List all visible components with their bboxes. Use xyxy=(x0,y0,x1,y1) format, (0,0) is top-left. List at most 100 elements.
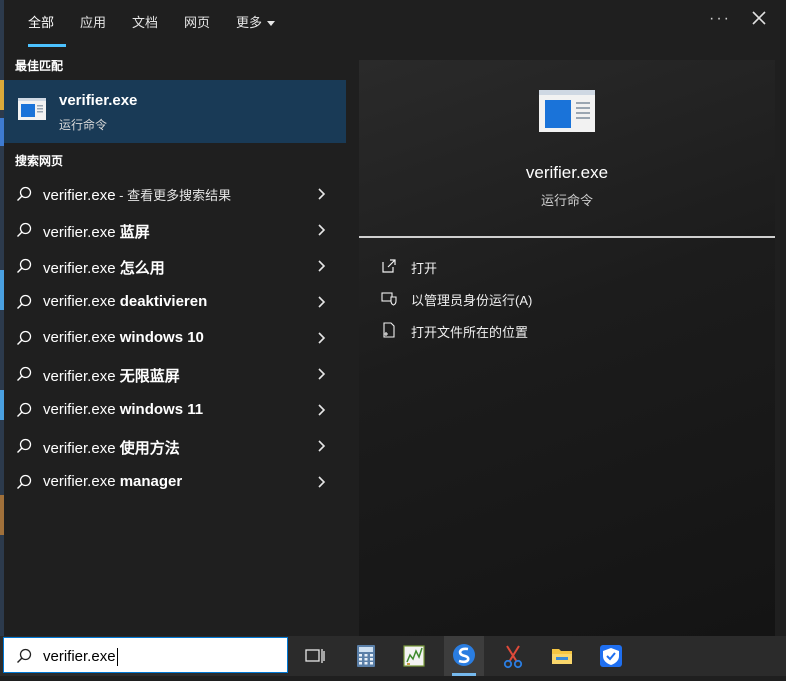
web-suggestion-item[interactable]: verifier.exe 蓝屏 xyxy=(4,212,346,248)
sogou-button[interactable] xyxy=(444,636,484,676)
detail-divider xyxy=(359,236,775,238)
web-suggestion-item[interactable]: verifier.exe manager xyxy=(4,464,346,500)
suggestion-query: verifier.exe xyxy=(43,293,116,310)
web-suggestion-item[interactable]: verifier.exe windows 10 xyxy=(4,320,346,356)
suggestion-query: verifier.exe xyxy=(43,187,116,204)
run-as-admin-label: 以管理员身份运行(A) xyxy=(411,293,533,308)
chevron-right-icon[interactable] xyxy=(316,404,326,416)
web-suggestion-item[interactable]: verifier.exe 无限蓝屏 xyxy=(4,356,346,392)
chevron-right-icon[interactable] xyxy=(316,440,326,452)
chevron-right-icon[interactable] xyxy=(316,224,326,236)
best-match-name: verifier.exe xyxy=(59,92,138,109)
security-shield-app-icon xyxy=(600,645,622,667)
snipping-tool-button[interactable] xyxy=(493,636,533,676)
snipping-tool-icon xyxy=(503,645,523,669)
search-icon xyxy=(17,474,32,489)
close-icon[interactable] xyxy=(750,9,768,27)
suggestion-completion: deaktivieren xyxy=(115,293,208,310)
open-file-location-action[interactable]: 打开文件所在的位置 xyxy=(381,320,761,344)
more-options-icon[interactable]: ··· xyxy=(709,10,731,28)
open-action-label: 打开 xyxy=(411,261,438,276)
tab-documents[interactable]: 文档 xyxy=(132,12,158,31)
tab-more[interactable]: 更多 xyxy=(236,12,276,31)
suggestion-query: verifier.exe xyxy=(43,260,116,277)
suggestion-query: verifier.exe xyxy=(43,440,116,457)
chevron-down-icon xyxy=(267,21,276,27)
suggestion-completion: windows 10 xyxy=(115,329,204,346)
search-icon xyxy=(17,648,32,663)
web-suggestion-text: verifier.exe 蓝屏 xyxy=(43,221,150,242)
best-match-heading: 最佳匹配 xyxy=(15,59,64,73)
file-explorer-button[interactable] xyxy=(542,636,582,676)
search-icon xyxy=(17,222,32,237)
suggestion-completion: manager xyxy=(115,473,183,490)
suggestion-completion: - 查看更多搜索结果 xyxy=(115,188,232,203)
web-suggestion-item[interactable]: verifier.exe 使用方法 xyxy=(4,428,346,464)
open-action[interactable]: 打开 xyxy=(381,256,761,280)
best-match-result[interactable]: verifier.exe 运行命令 xyxy=(4,80,346,143)
task-view-button[interactable] xyxy=(295,636,335,676)
search-icon xyxy=(17,366,32,381)
web-suggestion-text: verifier.exe deaktivieren xyxy=(43,293,207,310)
calculator-button[interactable] xyxy=(346,636,386,676)
web-search-heading: 搜索网页 xyxy=(15,154,64,168)
search-icon xyxy=(17,330,32,345)
web-suggestion-text: verifier.exe windows 10 xyxy=(43,329,204,346)
search-query-text: verifier.exe xyxy=(43,648,116,665)
open-file-location-label: 打开文件所在的位置 xyxy=(411,325,529,340)
text-cursor xyxy=(116,648,118,667)
web-suggestion-item[interactable]: verifier.exe windows 11 xyxy=(4,392,346,428)
chevron-right-icon[interactable] xyxy=(316,476,326,488)
tab-all[interactable]: 全部 xyxy=(28,12,54,31)
taskbar: verifier.exe xyxy=(0,636,786,676)
suggestion-query: verifier.exe xyxy=(43,224,116,241)
search-input-value: verifier.exe xyxy=(43,648,118,667)
chart-app-icon xyxy=(403,645,425,667)
open-icon xyxy=(382,259,396,273)
search-icon xyxy=(17,438,32,453)
suggestion-completion: 蓝屏 xyxy=(115,224,150,241)
web-suggestion-item[interactable]: verifier.exe - 查看更多搜索结果 xyxy=(4,176,346,212)
web-suggestion-text: verifier.exe manager xyxy=(43,473,182,490)
search-tab-bar: 全部 应用 文档 网页 更多 ··· xyxy=(4,0,786,48)
suggestion-query: verifier.exe xyxy=(43,368,116,385)
suggestion-completion: 怎么用 xyxy=(115,260,165,277)
search-icon xyxy=(17,258,32,273)
suggestion-completion: 无限蓝屏 xyxy=(115,368,180,385)
chevron-right-icon[interactable] xyxy=(316,188,326,200)
chevron-right-icon[interactable] xyxy=(316,368,326,380)
suggestion-completion: windows 11 xyxy=(115,401,204,418)
best-match-type: 运行命令 xyxy=(59,118,108,132)
security-app-button[interactable] xyxy=(591,636,631,676)
chevron-right-icon[interactable] xyxy=(316,260,326,272)
web-suggestion-item[interactable]: verifier.exe 怎么用 xyxy=(4,248,346,284)
sogou-icon xyxy=(453,644,475,666)
suggestion-query: verifier.exe xyxy=(43,329,116,346)
calculator-icon xyxy=(357,645,375,667)
run-as-admin-action[interactable]: 以管理员身份运行(A) xyxy=(381,288,761,312)
search-icon xyxy=(17,402,32,417)
tab-apps[interactable]: 应用 xyxy=(80,12,106,31)
tab-web[interactable]: 网页 xyxy=(184,12,210,31)
file-location-icon xyxy=(383,322,395,338)
file-explorer-icon xyxy=(552,649,572,664)
chart-app-button[interactable] xyxy=(394,636,434,676)
shield-icon xyxy=(381,292,397,306)
task-view-icon xyxy=(305,649,325,663)
detail-card: verifier.exe 运行命令 打开 以管理员身份运行(A) 打开文件所在的… xyxy=(359,60,775,636)
suggestion-completion: 使用方法 xyxy=(115,440,180,457)
search-icon xyxy=(17,294,32,309)
web-suggestion-item[interactable]: verifier.exe deaktivieren xyxy=(4,284,346,320)
web-suggestion-text: verifier.exe windows 11 xyxy=(43,401,203,418)
active-tab-indicator xyxy=(28,44,66,47)
window-app-icon xyxy=(539,90,595,132)
search-icon xyxy=(17,186,32,201)
detail-subtitle: 运行命令 xyxy=(540,193,593,208)
suggestion-query: verifier.exe xyxy=(43,473,116,490)
detail-title: verifier.exe xyxy=(525,163,609,182)
chevron-right-icon[interactable] xyxy=(316,296,326,308)
tab-more-label: 更多 xyxy=(236,15,263,30)
chevron-right-icon[interactable] xyxy=(316,332,326,344)
suggestion-query: verifier.exe xyxy=(43,401,116,418)
search-input[interactable]: verifier.exe xyxy=(3,637,288,673)
